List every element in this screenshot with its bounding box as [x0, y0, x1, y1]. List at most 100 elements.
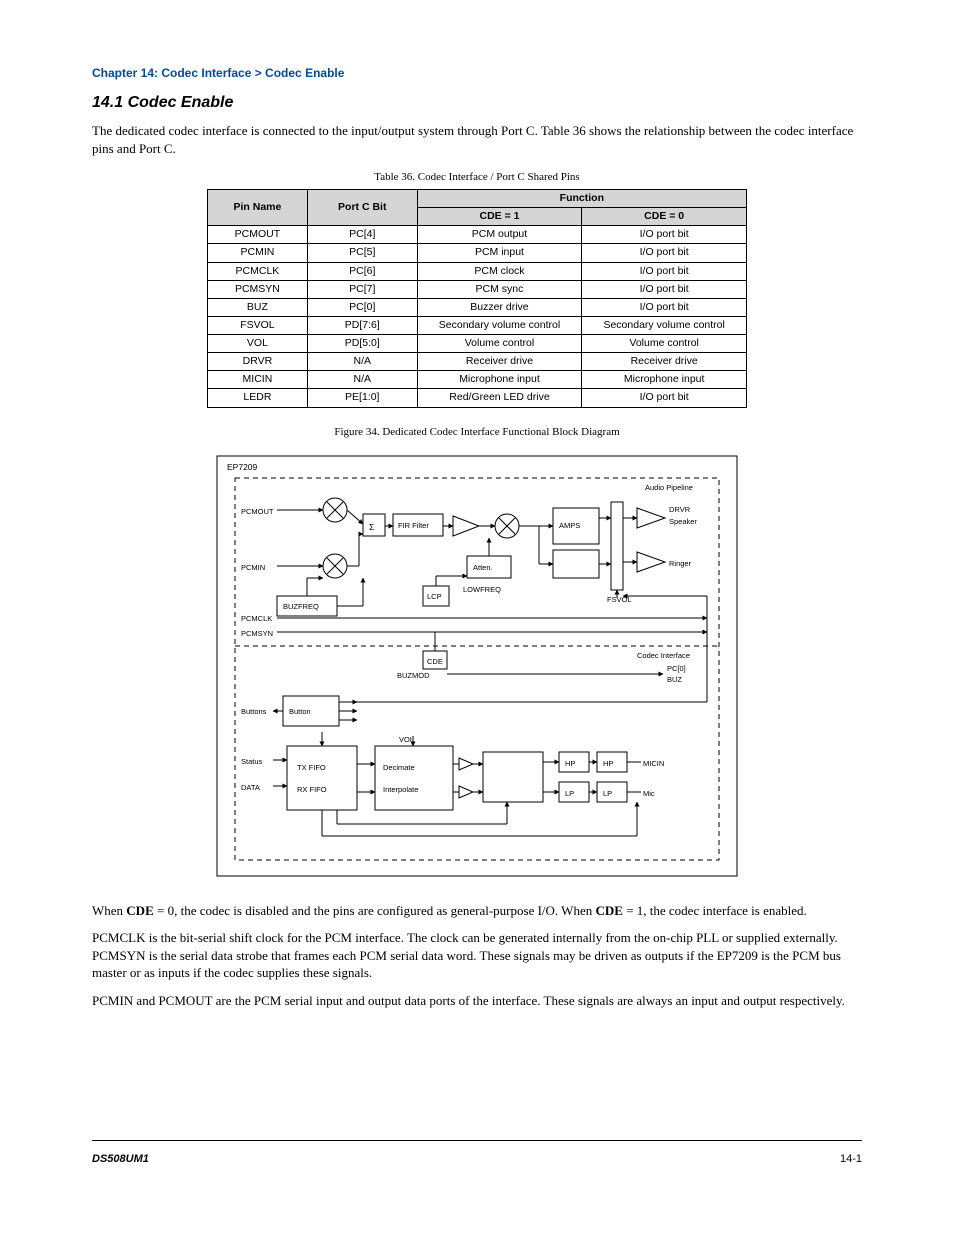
lbl-buttons: Buttons: [241, 707, 267, 716]
cell-pin: LEDR: [208, 389, 308, 407]
lbl-speaker: Speaker: [669, 517, 697, 526]
interp-block: Interpolate: [383, 785, 418, 794]
sigma-block: Σ: [369, 522, 374, 532]
cell-cde0: I/O port bit: [582, 389, 747, 407]
table-row: DRVR N/A Receiver drive Receiver drive: [208, 353, 747, 371]
cell-cde1: Microphone input: [417, 371, 582, 389]
footer-rule: [92, 1140, 862, 1141]
th-port-bit: Port C Bit: [307, 190, 417, 226]
th-function: Function: [417, 190, 746, 208]
decimate-block: Decimate: [383, 763, 415, 772]
pin-table: Pin Name Port C Bit Function CDE = 1 CDE…: [207, 189, 747, 408]
lbl-pcmout: PCMOUT: [241, 507, 274, 516]
cell-port: N/A: [307, 371, 417, 389]
txfifo-block: TX FIFO: [297, 763, 326, 772]
lcp-block: LCP: [427, 592, 442, 601]
cell-pin: FSVOL: [208, 316, 308, 334]
table-row: PCMIN PC[5] PCM input I/O port bit: [208, 244, 747, 262]
table-row: LEDR PE[1:0] Red/Green LED drive I/O por…: [208, 389, 747, 407]
lbl-pcmsyn: PCMSYN: [241, 629, 273, 638]
region-audio-label: Audio Pipeline: [645, 483, 693, 492]
lbl-lowfreq: LOWFREQ: [463, 585, 501, 594]
cell-cde0: Secondary volume control: [582, 316, 747, 334]
cell-pin: PCMIN: [208, 244, 308, 262]
button-block: Button: [289, 707, 311, 716]
lbl-drvr: DRVR: [669, 505, 691, 514]
table-row: VOL PD[5:0] Volume control Volume contro…: [208, 335, 747, 353]
body-text: When CDE = 0, the codec is disabled and …: [92, 902, 862, 1010]
cell-pin: PCMCLK: [208, 262, 308, 280]
cell-cde0: I/O port bit: [582, 298, 747, 316]
cell-cde1: Red/Green LED drive: [417, 389, 582, 407]
p1c: = 0, the codec is disabled and the pins …: [154, 903, 596, 918]
cell-cde0: I/O port bit: [582, 262, 747, 280]
cell-cde1: PCM output: [417, 226, 582, 244]
cell-cde0: Volume control: [582, 335, 747, 353]
cell-cde1: Volume control: [417, 335, 582, 353]
cde-block: CDE: [427, 657, 443, 666]
chip-title: EP7209: [227, 462, 258, 472]
p3: PCMIN and PCMOUT are the PCM serial inpu…: [92, 992, 862, 1010]
th-pin-name: Pin Name: [208, 190, 308, 226]
p1b: CDE: [126, 903, 153, 918]
amps-block: AMPS: [559, 521, 580, 530]
buzfreq-block: BUZFREQ: [283, 602, 319, 611]
p1a: When: [92, 903, 126, 918]
lbl-vol: VOL: [399, 735, 414, 744]
cell-cde1: Buzzer drive: [417, 298, 582, 316]
table-row: PCMCLK PC[6] PCM clock I/O port bit: [208, 262, 747, 280]
lbl-ringer: Ringer: [669, 559, 692, 568]
cell-cde1: Receiver drive: [417, 353, 582, 371]
hp1-block: HP: [565, 759, 575, 768]
lbl-buzmod: BUZMOD: [397, 671, 430, 680]
lbl-buz-gpio: PC[0]: [667, 664, 686, 673]
p2: PCMCLK is the bit-serial shift clock for…: [92, 929, 862, 982]
footer: DS508UM1 14-1: [92, 1153, 862, 1165]
th-cde1: CDE = 1: [417, 208, 582, 226]
footer-pagenum: 14-1: [840, 1153, 862, 1165]
cell-port: PE[1:0]: [307, 389, 417, 407]
table-row: FSVOL PD[7:6] Secondary volume control S…: [208, 316, 747, 334]
table-row: PCMSYN PC[7] PCM sync I/O port bit: [208, 280, 747, 298]
cell-port: PC[7]: [307, 280, 417, 298]
cell-port: PD[5:0]: [307, 335, 417, 353]
cell-pin: BUZ: [208, 298, 308, 316]
section-title: 14.1 Codec Enable: [92, 94, 862, 112]
cell-cde0: Microphone input: [582, 371, 747, 389]
lp2-block: LP: [603, 789, 612, 798]
cell-port: PD[7:6]: [307, 316, 417, 334]
fir-block: FIR Filter: [398, 521, 429, 530]
region-codec-label: Codec Interface: [637, 651, 690, 660]
table-caption: Table 36. Codec Interface / Port C Share…: [92, 171, 862, 183]
atten-block: Atten.: [473, 563, 493, 572]
cell-cde1: PCM sync: [417, 280, 582, 298]
table-row: BUZ PC[0] Buzzer drive I/O port bit: [208, 298, 747, 316]
th-cde0: CDE = 0: [582, 208, 747, 226]
table-row: PCMOUT PC[4] PCM output I/O port bit: [208, 226, 747, 244]
lbl-pcmin: PCMIN: [241, 563, 265, 572]
breadcrumb: Chapter 14: Codec Interface > Codec Enab…: [92, 66, 862, 80]
footer-docid: DS508UM1: [92, 1153, 149, 1165]
lbl-mic: Mic: [643, 789, 655, 798]
cell-pin: PCMOUT: [208, 226, 308, 244]
cell-cde0: Receiver drive: [582, 353, 747, 371]
lbl-buz: BUZ: [667, 675, 682, 684]
p1e: = 1, the codec interface is enabled.: [623, 903, 807, 918]
cell-port: PC[0]: [307, 298, 417, 316]
lp1-block: LP: [565, 789, 574, 798]
cell-port: PC[5]: [307, 244, 417, 262]
lbl-status: Status: [241, 757, 263, 766]
cell-cde0: I/O port bit: [582, 244, 747, 262]
page: Chapter 14: Codec Interface > Codec Enab…: [0, 0, 954, 1235]
table-row: MICIN N/A Microphone input Microphone in…: [208, 371, 747, 389]
rxfifo-block: RX FIFO: [297, 785, 327, 794]
cell-cde0: I/O port bit: [582, 226, 747, 244]
lbl-micin: MICIN: [643, 759, 664, 768]
cell-cde1: PCM input: [417, 244, 582, 262]
lbl-data: DATA: [241, 783, 260, 792]
hp2-block: HP: [603, 759, 613, 768]
lead-paragraph: The dedicated codec interface is connect…: [92, 122, 862, 157]
cell-pin: PCMSYN: [208, 280, 308, 298]
cell-pin: MICIN: [208, 371, 308, 389]
cell-pin: VOL: [208, 335, 308, 353]
